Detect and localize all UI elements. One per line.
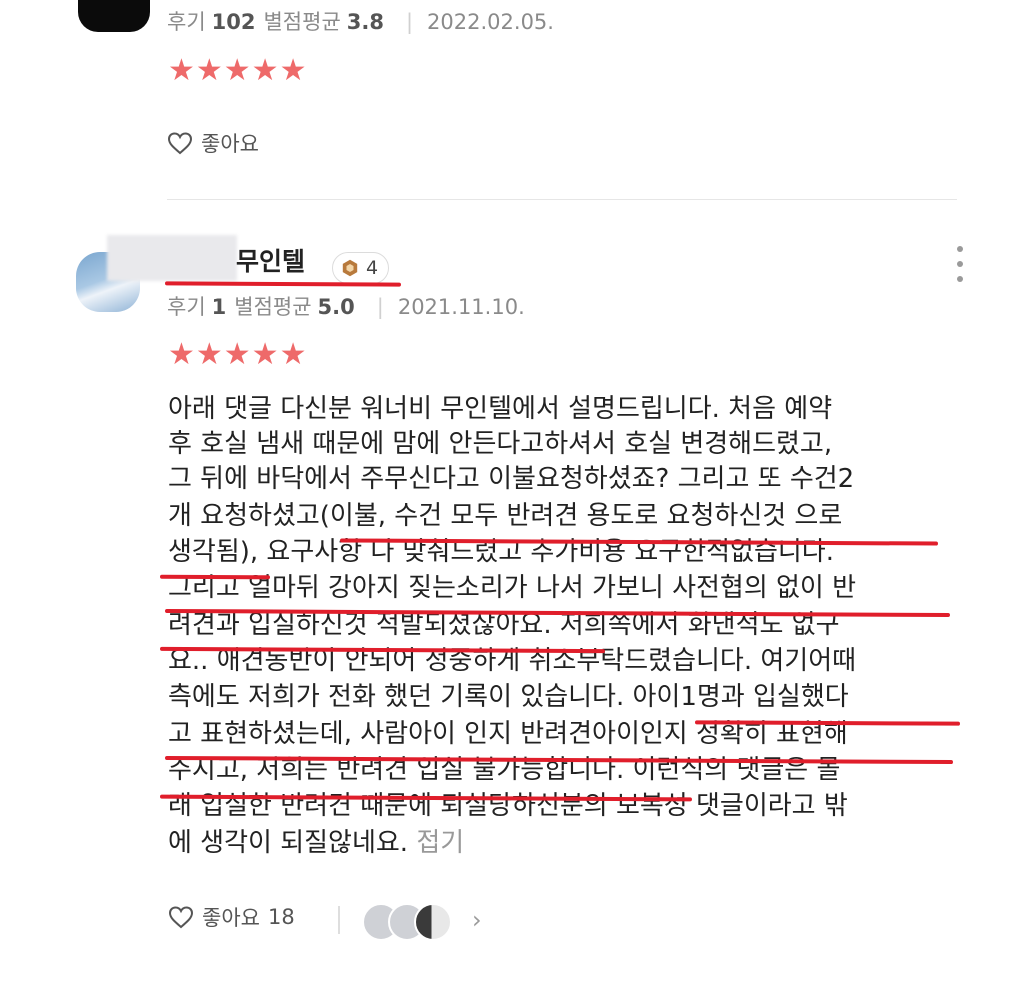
avg-value: 5.0 xyxy=(317,295,355,319)
redacted-name-blur xyxy=(107,235,237,281)
star-rating: ★★★★★ xyxy=(168,53,308,88)
reviewer-name[interactable]: 무인텔 xyxy=(236,242,305,278)
heart-outline-icon xyxy=(167,132,193,155)
red-underline xyxy=(159,574,271,580)
level-badge-icon xyxy=(342,259,358,277)
review-text-line: 측에도 저희가 전화 했던 기록이 있습니다. 아이1명과 입실했다 xyxy=(168,682,849,712)
fold-button[interactable]: 접기 xyxy=(416,828,464,858)
review-date: 2022.02.05. xyxy=(427,10,554,34)
reviews-count: 102 xyxy=(211,10,256,34)
review-text-line: 후 호실 냄새 때문에 맘에 안든다고하셔서 호실 변경해드렸고, xyxy=(168,429,833,459)
reviews-label: 후기 xyxy=(167,295,206,319)
avg-label: 별점평균 xyxy=(234,295,312,319)
like-label: 좋아요 xyxy=(202,906,260,930)
reviews-count: 1 xyxy=(211,295,227,319)
reviewer-avatar xyxy=(78,0,150,32)
like-button[interactable]: 좋아요 18 xyxy=(168,902,295,932)
review-divider xyxy=(167,199,957,200)
chevron-right-icon[interactable]: › xyxy=(472,906,482,934)
like-button[interactable]: 좋아요 xyxy=(167,128,259,158)
review-text-line: 아래 댓글 다신분 워너비 무인텔에서 설명드립니다. 처음 예약 xyxy=(168,394,833,424)
liker-avatars[interactable] xyxy=(362,903,458,941)
review-text-last: 에 생각이 되질않네요. xyxy=(168,828,409,858)
review-text-line: 그리고 얼마뒤 강아지 짖는소리가 나서 가보니 사전협의 없이 반 xyxy=(168,573,857,603)
like-count: 18 xyxy=(267,905,295,929)
footer-divider xyxy=(338,906,340,934)
review-meta: 후기 102 별점평균 3.8 | 2022.02.05. xyxy=(167,10,554,34)
heart-outline-icon xyxy=(168,906,194,929)
more-vertical-icon[interactable] xyxy=(952,246,968,282)
avg-label: 별점평균 xyxy=(263,10,341,34)
reviews-label: 후기 xyxy=(167,10,206,34)
review-text-line: 개 요청하셨고(이불, 수건 모두 반려견 용도로 요청하신것 으로 xyxy=(168,501,843,531)
review-meta: 후기 1 별점평균 5.0 | 2021.11.10. xyxy=(167,295,525,319)
review-text-line: 에 생각이 되질않네요. 접기 xyxy=(168,827,464,859)
review-text-line: 그 뒤에 바닥에서 주무신다고 이불요청하셨죠? 그리고 또 수건2 xyxy=(168,464,855,494)
liker-avatar xyxy=(414,903,452,941)
review-date: 2021.11.10. xyxy=(397,295,525,319)
red-underline xyxy=(164,281,402,287)
star-rating: ★★★★★ xyxy=(168,337,308,372)
avg-value: 3.8 xyxy=(346,10,384,34)
badge-level: 4 xyxy=(366,257,379,279)
like-label: 좋아요 xyxy=(201,132,259,156)
level-badge: 4 xyxy=(332,252,390,284)
